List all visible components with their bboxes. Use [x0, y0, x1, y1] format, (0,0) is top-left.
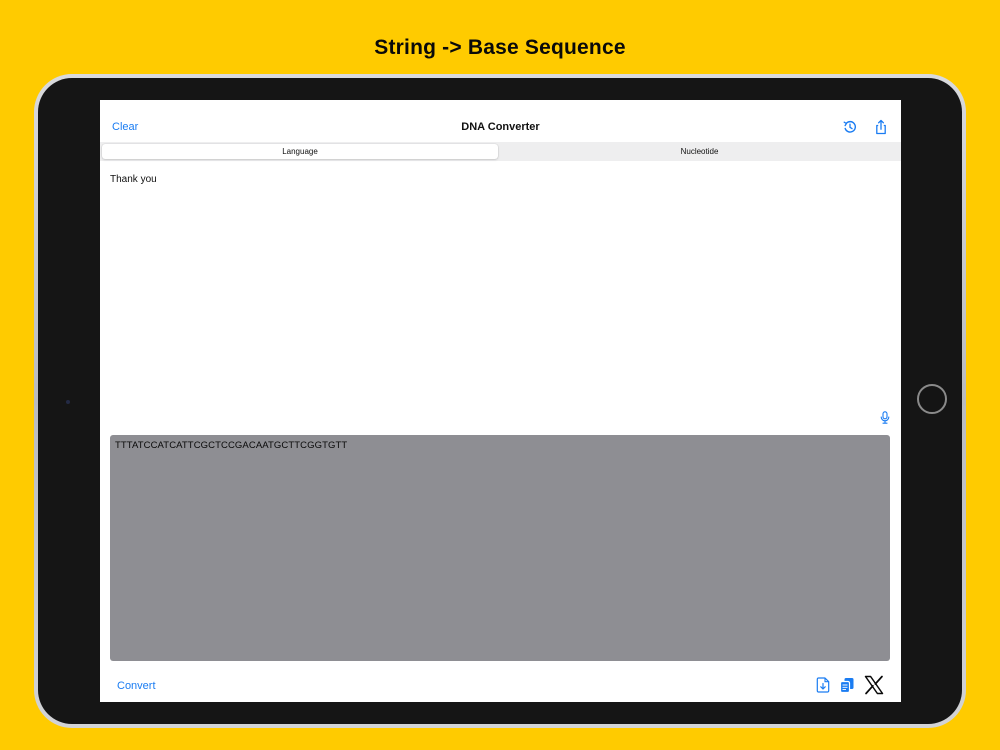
promo-headline: String -> Base Sequence	[374, 36, 626, 59]
microphone-icon[interactable]	[879, 411, 891, 424]
nav-title: DNA Converter	[461, 121, 540, 133]
clear-button[interactable]: Clear	[112, 121, 138, 133]
convert-button[interactable]: Convert	[117, 680, 156, 692]
output-text-area[interactable]: TTTATCCATCATTCGCTCCGACAATGCTTCGGTGTT	[110, 435, 890, 661]
home-button	[917, 384, 947, 414]
app-screen: DNA Converter Clear Language Nucleotide …	[100, 100, 901, 702]
copy-icon[interactable]	[839, 677, 855, 693]
input-text-area[interactable]: Thank you	[110, 174, 157, 185]
segment-language[interactable]: Language	[102, 144, 498, 159]
save-icon[interactable]	[816, 677, 830, 693]
x-logo-icon[interactable]	[864, 675, 884, 695]
mode-segmented-control: Language Nucleotide	[100, 142, 901, 161]
share-icon[interactable]	[873, 119, 889, 135]
output-sequence-text: TTTATCCATCATTCGCTCCGACAATGCTTCGGTGTT	[115, 440, 348, 451]
front-camera	[66, 400, 70, 404]
segment-nucleotide[interactable]: Nucleotide	[500, 144, 899, 159]
history-icon[interactable]	[842, 119, 858, 135]
